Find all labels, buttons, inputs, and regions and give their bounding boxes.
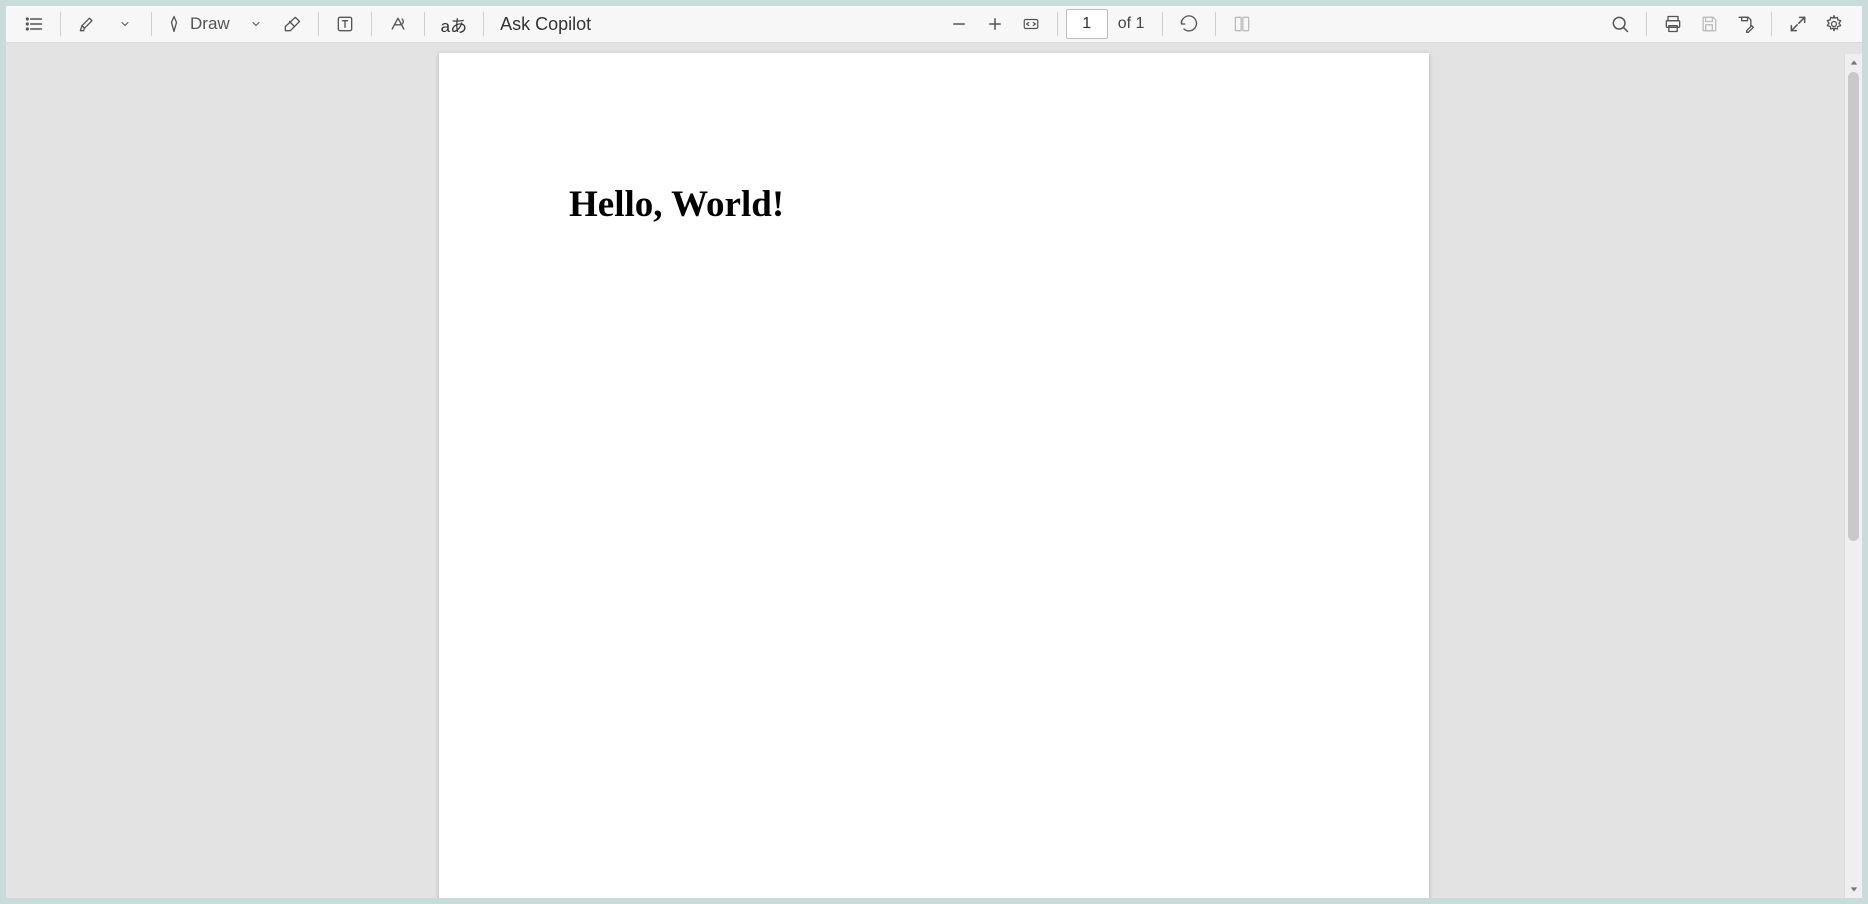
translate-icon: aあ <box>441 12 467 37</box>
plus-icon <box>986 15 1004 33</box>
rotate-button[interactable] <box>1171 6 1207 42</box>
scroll-up-button[interactable] <box>1845 54 1862 72</box>
chevron-down-icon <box>119 18 131 30</box>
eraser-icon <box>282 14 302 34</box>
translate-button[interactable]: aあ <box>433 6 475 42</box>
divider <box>1057 12 1058 36</box>
minus-icon <box>950 15 968 33</box>
page-content: Hello, World! <box>569 183 1299 226</box>
divider <box>483 12 484 36</box>
fit-width-icon <box>1020 15 1042 33</box>
draw-label: Draw <box>190 14 230 34</box>
divider <box>60 12 61 36</box>
zoom-in-button[interactable] <box>977 6 1013 42</box>
add-text-button[interactable] <box>327 6 363 42</box>
fullscreen-button[interactable] <box>1780 6 1816 42</box>
page-total-label: of 1 <box>1118 15 1145 33</box>
canvas-inner: Hello, World! <box>6 43 1862 898</box>
toolbar-center: of 1 <box>599 6 1602 42</box>
scrollbar-track[interactable] <box>1845 72 1862 880</box>
document-heading: Hello, World! <box>569 183 1299 226</box>
search-button[interactable] <box>1602 6 1638 42</box>
vertical-scrollbar[interactable] <box>1844 54 1862 898</box>
pen-icon <box>164 14 184 34</box>
text-box-icon <box>335 14 355 34</box>
caret-down-icon <box>1849 884 1859 894</box>
caret-up-icon <box>1849 58 1859 68</box>
divider <box>1771 12 1772 36</box>
chevron-down-icon <box>250 18 262 30</box>
page-view-button[interactable] <box>1224 6 1260 42</box>
document-canvas[interactable]: Hello, World! <box>6 43 1862 898</box>
highlight-button[interactable] <box>69 6 105 42</box>
highlight-dropdown[interactable] <box>107 6 143 42</box>
print-button[interactable] <box>1655 6 1691 42</box>
highlighter-icon <box>77 14 97 34</box>
draw-button[interactable]: Draw <box>160 6 236 42</box>
save-edit-icon <box>1735 14 1755 34</box>
list-icon <box>24 14 44 34</box>
save-as-button[interactable] <box>1727 6 1763 42</box>
erase-button[interactable] <box>274 6 310 42</box>
expand-icon <box>1788 14 1808 34</box>
divider <box>318 12 319 36</box>
pdf-viewer-app: Draw <box>6 6 1862 898</box>
save-button[interactable] <box>1691 6 1727 42</box>
toolbar-left: Draw <box>16 6 599 42</box>
toolbar-right <box>1602 6 1852 42</box>
scrollbar-thumb[interactable] <box>1848 72 1859 541</box>
scroll-down-button[interactable] <box>1845 880 1862 898</box>
draw-dropdown[interactable] <box>238 6 274 42</box>
gear-icon <box>1824 14 1844 34</box>
divider <box>1162 12 1163 36</box>
document-page: Hello, World! <box>439 53 1429 898</box>
divider <box>424 12 425 36</box>
search-icon <box>1610 14 1630 34</box>
save-icon <box>1699 14 1719 34</box>
divider <box>371 12 372 36</box>
rotate-icon <box>1179 14 1199 34</box>
toolbar: Draw <box>6 6 1862 43</box>
read-aloud-button[interactable] <box>380 6 416 42</box>
ask-copilot-label: Ask Copilot <box>500 14 591 35</box>
divider <box>151 12 152 36</box>
page-number-input[interactable] <box>1066 9 1108 39</box>
divider <box>1215 12 1216 36</box>
settings-button[interactable] <box>1816 6 1852 42</box>
divider <box>1646 12 1647 36</box>
contents-button[interactable] <box>16 6 52 42</box>
ask-copilot-button[interactable]: Ask Copilot <box>492 6 599 42</box>
fit-width-button[interactable] <box>1013 6 1049 42</box>
page-view-icon <box>1232 14 1252 34</box>
zoom-out-button[interactable] <box>941 6 977 42</box>
read-aloud-icon <box>388 14 408 34</box>
printer-icon <box>1663 14 1683 34</box>
